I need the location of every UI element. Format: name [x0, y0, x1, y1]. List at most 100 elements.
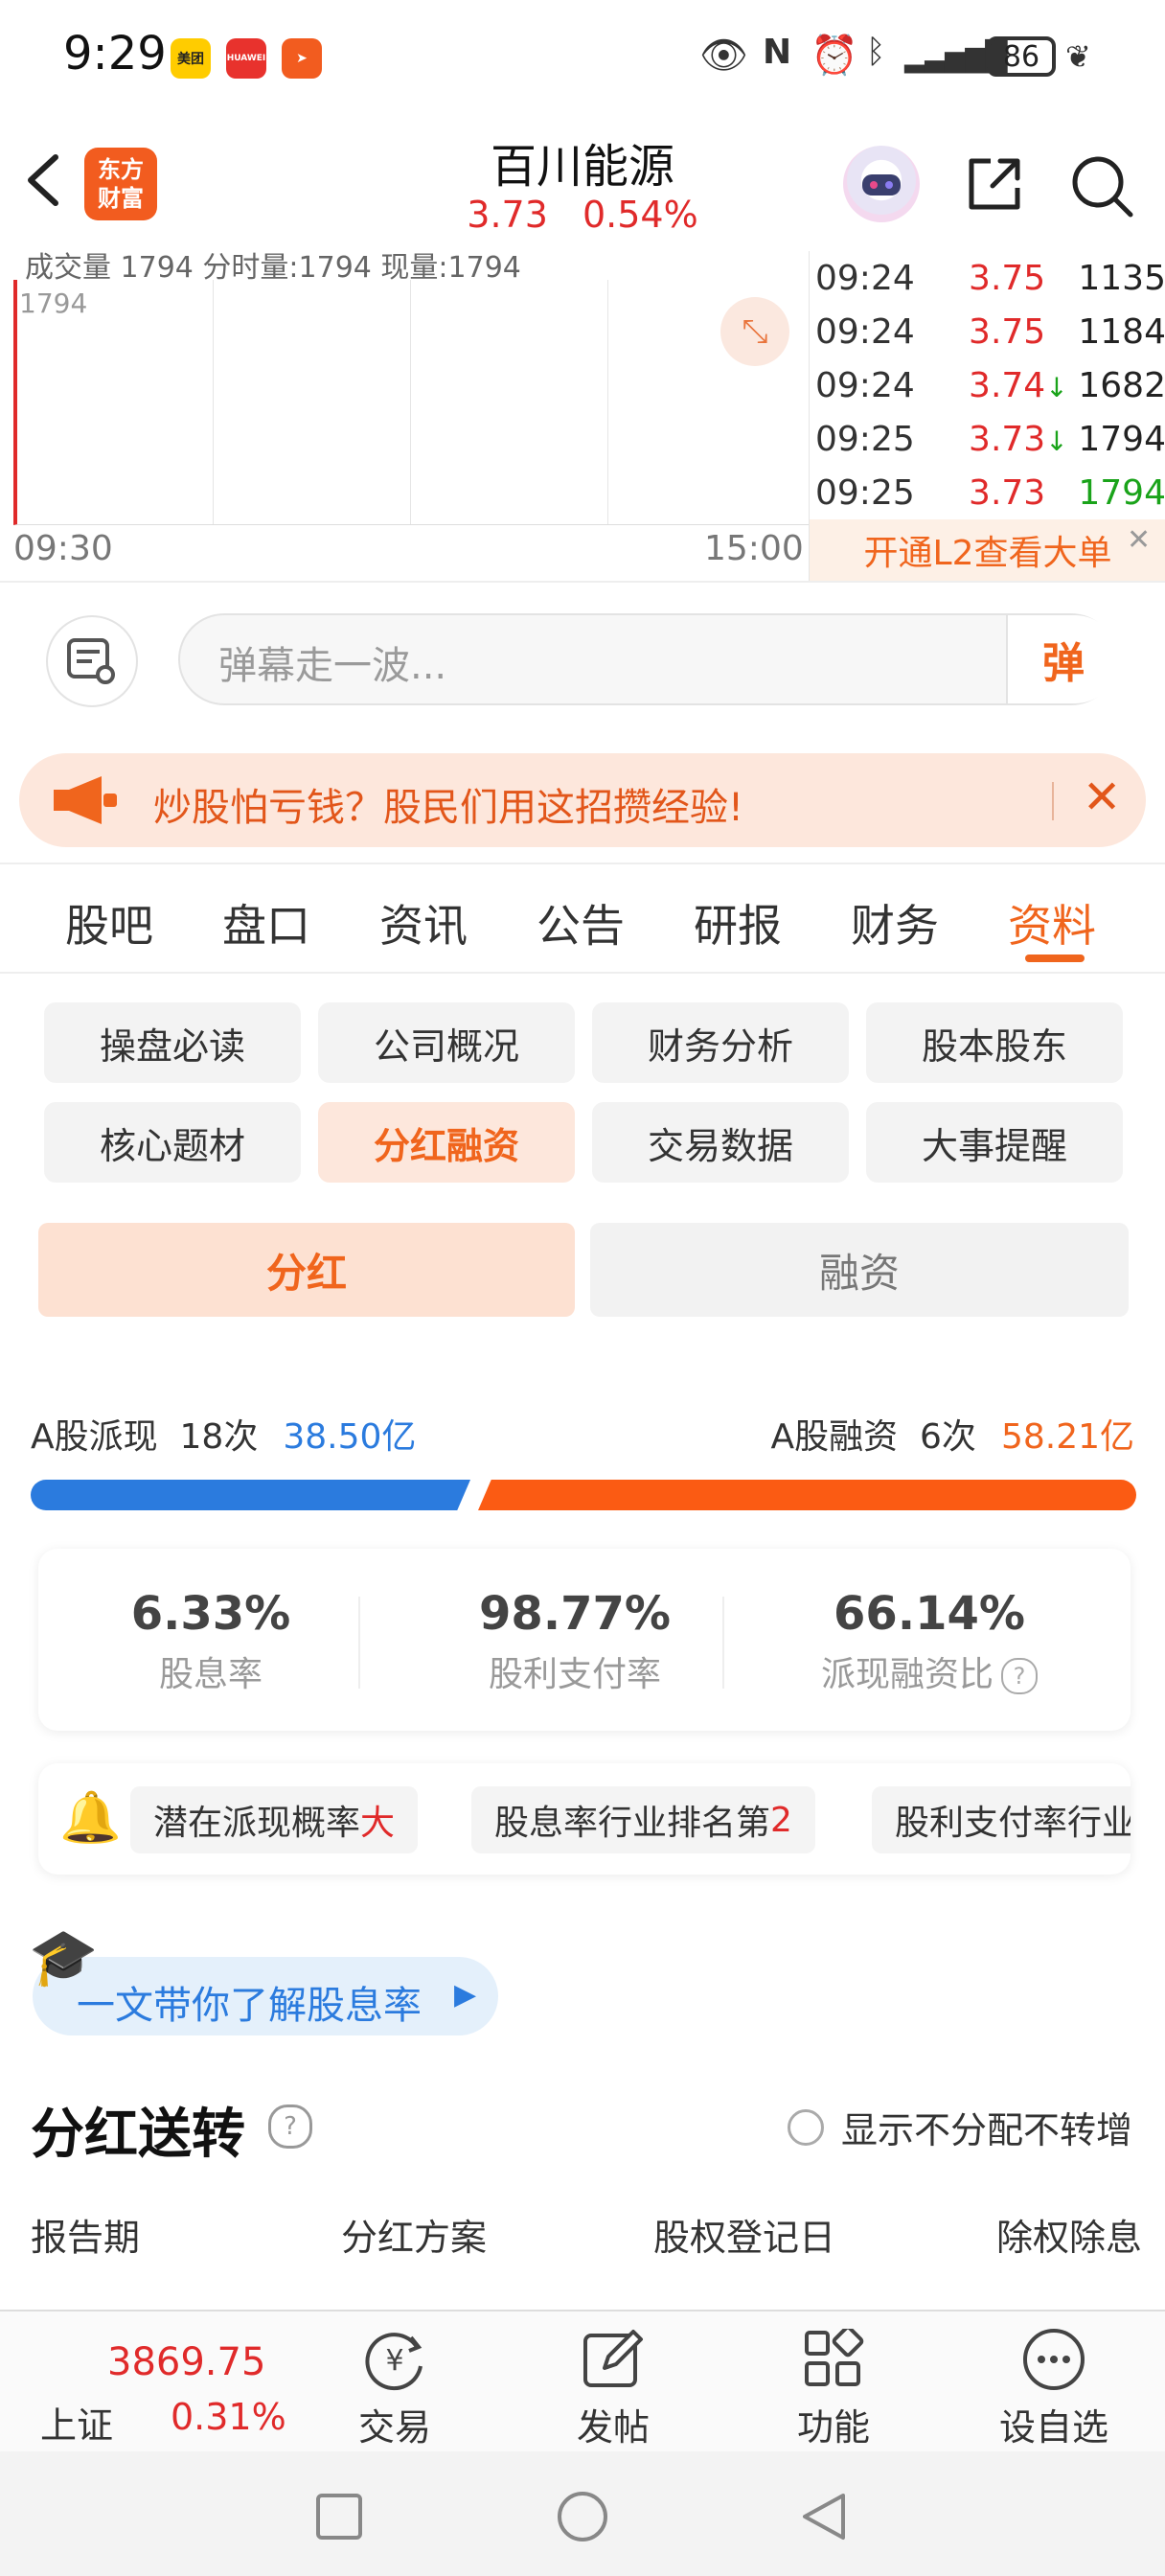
danmu-settings-icon [67, 638, 115, 684]
close-icon[interactable]: ✕ [1127, 523, 1151, 557]
tag-dividend-probability[interactable]: 潜在派现概率大 [130, 1786, 419, 1853]
volume-axis-label: 1794 [19, 288, 88, 319]
subtab-shareholders[interactable]: 股本股东 [866, 1002, 1123, 1083]
metric-dividend-financing-ratio: 66.14% 派现融资比? [795, 1587, 1063, 1696]
more-icon [1023, 2329, 1085, 2390]
nav-post[interactable]: 发帖 [537, 2321, 690, 2450]
divider [358, 1597, 360, 1689]
active-tab-indicator [1025, 954, 1085, 962]
trade-row: 09:24 3.74↓ 1682 [815, 365, 1165, 405]
edit-icon [583, 2330, 643, 2387]
tab-guba[interactable]: 股吧 [65, 891, 153, 954]
trade-row: 09:24 3.75 1135 [815, 258, 1165, 298]
tab-profile[interactable]: 资料 [1008, 891, 1096, 954]
danmu-settings-button[interactable] [46, 615, 138, 707]
divider [0, 581, 1165, 583]
main-tabs: 股吧 盘口 资讯 公告 研报 财务 资料 [0, 864, 1165, 970]
grid-line [607, 280, 608, 524]
danmu-placeholder: 弹幕走一波... [218, 644, 447, 688]
nfc-icon: N [763, 33, 792, 72]
volume-plot [13, 280, 809, 525]
stock-price: 3.73 [467, 194, 548, 236]
tab-news[interactable]: 资讯 [379, 891, 468, 954]
eye-icon: 👁 [699, 34, 748, 78]
segment-dividend[interactable]: 分红 [38, 1223, 575, 1317]
subtab-core-themes[interactable]: 核心题材 [44, 1102, 301, 1183]
tab-finance[interactable]: 财务 [851, 891, 939, 954]
subtab-events[interactable]: 大事提醒 [866, 1102, 1123, 1183]
tag-yield-rank[interactable]: 股息率行业排名第 2 [471, 1786, 815, 1853]
bell-icon: 🔔 [59, 1789, 122, 1847]
subtab-dividend-financing[interactable]: 分红融资 [318, 1102, 575, 1183]
divider [722, 1597, 724, 1689]
svg-text:¥: ¥ [385, 2344, 403, 2378]
subtab-company-overview[interactable]: 公司概况 [318, 1002, 575, 1083]
dividend-tags: 🔔 潜在派现概率大 股息率行业排名第 2 股利支付率行业 [38, 1763, 1131, 1874]
index-change-pct: 0.31% [171, 2396, 286, 2438]
column-report-period[interactable]: 报告期 [31, 2208, 140, 2261]
subtab-financial-analysis[interactable]: 财务分析 [592, 1002, 849, 1083]
section-title: 分红送转 [31, 2104, 245, 2166]
show-no-distribution-toggle[interactable]: 显示不分配不转增 [787, 2101, 1132, 2153]
back-icon[interactable] [797, 2490, 851, 2543]
down-arrow-icon: ↓ [1045, 371, 1068, 403]
grid-line [213, 280, 214, 524]
trade-row: 09:24 3.75 1184 [815, 311, 1165, 352]
learn-dividend-yield-link[interactable]: 一文带你了解股息率 ▶ [33, 1957, 498, 2036]
nav-trade[interactable]: ¥ 交易 [318, 2321, 471, 2450]
index-quote[interactable]: 3869.75 上证 0.31% [38, 2312, 287, 2453]
trade-row: 09:25 3.73↓ 1794 [815, 419, 1165, 459]
help-icon[interactable]: ? [268, 2104, 312, 2149]
divider [0, 972, 1165, 974]
segment-financing[interactable]: 融资 [590, 1223, 1129, 1317]
time-axis-start: 09:30 [13, 529, 113, 568]
column-record-date[interactable]: 股权登记日 [653, 2208, 835, 2261]
metric-dividend-yield: 6.33% 股息率 [130, 1587, 291, 1694]
subtab-must-read[interactable]: 操盘必读 [44, 1002, 301, 1083]
column-dividend-plan[interactable]: 分红方案 [341, 2208, 487, 2261]
column-ex-dividend-date[interactable]: 除权除息日 [996, 2208, 1140, 2261]
a-share-dividend-stat: A股派现 18次 38.50亿 [31, 1417, 417, 1457]
grid-line [410, 280, 411, 524]
tag-payout-rank[interactable]: 股利支付率行业 [872, 1786, 1131, 1853]
bluetooth-icon: ᛒ [866, 33, 886, 71]
radio-icon[interactable] [787, 2108, 824, 2146]
index-value: 3869.75 [107, 2340, 266, 2384]
tab-research[interactable]: 研报 [694, 891, 782, 954]
stock-header: 东方 财富 百川能源 3.73 0.54% [0, 115, 1165, 249]
intraday-chart[interactable]: 成交量 1794 分时量:1794 现量:1794 1794 ⤡ 09:30 1… [0, 251, 809, 583]
subtab-trading-data[interactable]: 交易数据 [592, 1102, 849, 1183]
danmu-input[interactable]: 弹幕走一波... 弹 [178, 613, 1119, 705]
tab-announcements[interactable]: 公告 [537, 891, 625, 954]
index-name: 上证 [40, 2404, 114, 2447]
dividend-metrics-card: 6.33% 股息率 98.77% 股利支付率 66.14% 派现融资比? [38, 1549, 1131, 1731]
tick-trade-list[interactable]: 09:24 3.75 1135 09:24 3.75 1184 09:24 3.74↓ 16… [809, 251, 1165, 519]
search-icon[interactable] [1069, 153, 1134, 218]
close-icon[interactable]: ✕ [1083, 770, 1121, 824]
divider [1052, 782, 1054, 820]
status-bar: 9:29 美团 HUAWEI ➤ 👁 N ⏰ ᛒ ▂▃▅▆█ 86 ❦ [0, 0, 1165, 115]
recent-apps-icon[interactable] [314, 2492, 364, 2542]
system-navigation-bar [0, 2451, 1165, 2576]
dividend-ratio-bar [31, 1480, 470, 1510]
megaphone-icon [54, 776, 117, 824]
tab-pankou[interactable]: 盘口 [222, 891, 310, 954]
metric-payout-ratio: 98.77% 股利支付率 [479, 1587, 671, 1694]
promo-banner[interactable]: 炒股怕亏钱？股民们用这招攒经验! ✕ [19, 753, 1146, 847]
huawei-app-icon: HUAWEI [226, 38, 266, 79]
share-icon[interactable] [964, 153, 1025, 215]
help-icon[interactable]: ? [1001, 1658, 1038, 1694]
trade-icon: ¥ [365, 2333, 423, 2391]
danmu-send-button[interactable]: 弹 [1006, 615, 1119, 703]
home-icon[interactable] [556, 2490, 609, 2543]
nav-add-watchlist[interactable]: 设自选 [977, 2321, 1131, 2450]
stock-change-pct: 0.54% [582, 194, 698, 236]
l2-upgrade-banner[interactable]: 开通L2查看大单 [809, 519, 1165, 581]
graduation-cap-icon: 🎓 [29, 1924, 99, 1990]
ai-robot-icon[interactable] [843, 146, 920, 222]
nav-functions[interactable]: 功能 [757, 2321, 910, 2450]
meituan-app-icon: 美团 [171, 38, 211, 79]
eastmoney-app-icon: ➤ [282, 38, 322, 79]
expand-icon[interactable]: ⤡ [720, 297, 789, 366]
toggle-label: 显示不分配不转增 [840, 2109, 1132, 2151]
